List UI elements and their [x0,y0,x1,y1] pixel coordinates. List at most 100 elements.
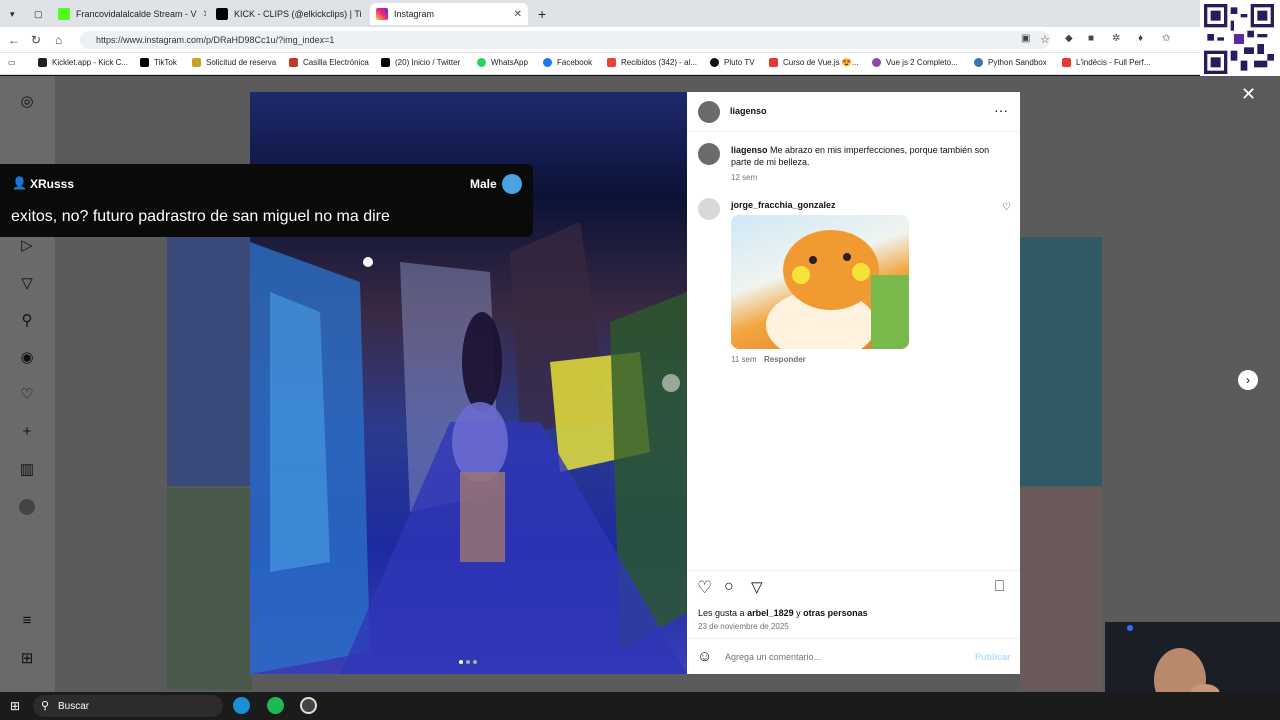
background-post-tile[interactable] [167,488,252,690]
explore-icon[interactable]: ◉ [19,350,35,366]
caption-username[interactable]: liagenso [731,145,768,155]
tab-kick-stream[interactable]: Francovidalalcalde Stream - V ✕ [52,3,206,25]
comment-sticker-image[interactable] [731,215,909,349]
spotify-icon[interactable] [267,697,284,714]
caption-avatar[interactable] [698,143,720,165]
messages-icon[interactable]: ▽ [19,276,35,292]
copilot-icon[interactable]: ♦ [1138,33,1143,44]
new-tab-button[interactable]: + [532,3,554,25]
obs-studio-icon[interactable] [300,697,317,714]
tiktok-icon [216,8,228,20]
divider [687,638,1020,639]
extensions-icon[interactable]: ✲ [1112,33,1120,44]
tab-label: Instagram [394,9,435,19]
caption: liagenso Me abrazo en mis imperfecciones… [731,144,1001,168]
extension-icon[interactable]: ■ [1088,33,1094,44]
bookmark-item[interactable]: TikTok [140,58,177,67]
close-tab-icon[interactable]: ✕ [508,9,522,20]
favorite-star-icon[interactable]: ☆ [1040,33,1050,46]
post-details-panel: liagenso ··· liagenso Me abrazo en mis i… [687,92,1020,674]
background-post-tile[interactable] [1020,488,1102,690]
bookmark-item[interactable]: Kicklet.app - Kick C... [38,58,128,67]
bookmark-item[interactable]: WhatsApp [477,58,528,67]
divider [687,570,1020,571]
reply-link[interactable]: Responder [764,355,806,364]
bookmark-item[interactable]: Curso de Vue.js 😍... [769,58,858,67]
search-icon[interactable]: ⚲ [19,313,35,329]
bookmarks-icon[interactable]: ▭ [8,58,16,67]
chat-message-text: exitos, no? futuro padrastro de san migu… [11,208,390,225]
extension-icon[interactable]: ◆ [1065,33,1073,44]
notifications-heart-icon[interactable]: ♡ [19,387,35,403]
close-modal-icon[interactable]: ✕ [1241,84,1256,105]
workspaces-icon[interactable]: ▢ [28,3,48,25]
favorites-icon[interactable]: ✩ [1162,33,1170,44]
browser-tab-bar: ▾ ▢ Francovidalalcalde Stream - V ✕ KICK… [0,0,1280,27]
comment-input[interactable]: Agrega un comentario... [725,652,821,662]
likes-user[interactable]: arbel_1829 [747,608,794,618]
commenter-username[interactable]: jorge_fracchia_gonzalez [731,200,836,210]
male-avatar-icon [502,174,522,194]
reader-icon[interactable]: ▣ [1021,33,1030,44]
post-header: liagenso ··· [687,92,1020,132]
close-tab-icon[interactable]: ✕ [362,9,369,20]
bookmark-item[interactable]: Casilla Electrónica [289,58,369,67]
also-from-meta-icon[interactable]: ⊞ [19,651,35,667]
kick-icon [58,8,70,20]
commenter-avatar[interactable] [698,198,720,220]
comment-time[interactable]: 11 sem [731,355,757,364]
likes-join: y [796,608,801,618]
bookmark-item[interactable]: Python Sandbox [974,58,1047,67]
instagram-icon [376,8,388,20]
qr-code-icon [1204,4,1274,74]
taskbar-search[interactable]: ⚲ Buscar [33,695,223,717]
carousel-dot [466,660,470,664]
like-comment-heart-icon[interactable]: ♡ [1002,202,1011,213]
dashboard-icon[interactable]: ▥ [19,462,35,478]
bookmark-item[interactable]: Pluto TV [710,58,755,67]
like-heart-icon[interactable]: ♡ [697,578,712,598]
profile-avatar[interactable] [19,499,35,515]
author-username[interactable]: liagenso [730,106,767,116]
likes-prefix: Les gusta a [698,608,745,618]
back-icon[interactable]: ← [8,33,20,47]
comment-bubble-icon[interactable]: ○ [724,578,734,596]
bookmark-item[interactable]: Vue js 2 Completo... [872,58,958,67]
likes-summary: Les gusta a arbel_1829 y otras personas [698,608,868,618]
author-avatar[interactable] [698,101,720,123]
publish-button[interactable]: Publicar [975,652,1011,662]
bookmark-item[interactable]: Recibidos (342) - al... [607,58,697,67]
post-date[interactable]: 23 de noviembre de 2025 [698,622,789,631]
edge-browser-icon[interactable] [233,697,250,714]
more-options-icon[interactable]: ··· [994,102,1008,118]
background-post-tile[interactable] [1020,237,1102,486]
bookmark-item[interactable]: Solicitud de reserva [192,58,276,67]
background-post-tile[interactable] [167,237,252,486]
reels-icon[interactable]: ▷ [19,238,35,254]
create-plus-icon[interactable]: + [19,424,35,440]
reload-icon[interactable]: ↻ [31,33,41,47]
qr-code-overlay [1200,0,1280,78]
bookmark-item[interactable]: L'indécis - Full Perf... [1062,58,1150,67]
tab-list-button[interactable]: ▾ [4,3,24,25]
home-icon[interactable]: ⌂ [55,33,62,47]
instagram-logo-icon[interactable]: ◎ [19,94,35,110]
bookmark-item[interactable]: Facebook [543,58,592,67]
more-menu-icon[interactable]: ≡ [19,613,35,629]
share-send-icon[interactable]: ▽ [751,578,763,596]
carousel-next-icon[interactable] [662,374,680,392]
bookmark-item[interactable]: (20) Inicio / Twitter [381,58,460,67]
likes-others[interactable]: otras personas [803,608,868,618]
save-bookmark-icon[interactable]: ⎕ [995,578,1004,595]
raichu-sticker-icon [766,230,909,349]
emoji-picker-icon[interactable]: ☺ [697,648,712,665]
next-post-icon[interactable]: › [1238,370,1258,390]
address-bar-row: ← ↻ ⌂ https://www.instagram.com/p/DRaHD9… [0,27,1280,53]
windows-start-icon[interactable]: ⊞ [10,699,20,713]
close-tab-icon[interactable]: ✕ [197,9,206,20]
caption-time[interactable]: 12 sem [731,173,757,182]
url-input[interactable]: https://www.instagram.com/p/DRaHD98Cc1u/… [80,31,1050,49]
tab-kick-clips[interactable]: KICK - CLIPS (@elkickclips) | Ti ✕ [210,3,368,25]
tab-label: KICK - CLIPS (@elkickclips) | Ti [234,9,362,19]
tab-instagram[interactable]: Instagram ✕ [370,3,528,25]
